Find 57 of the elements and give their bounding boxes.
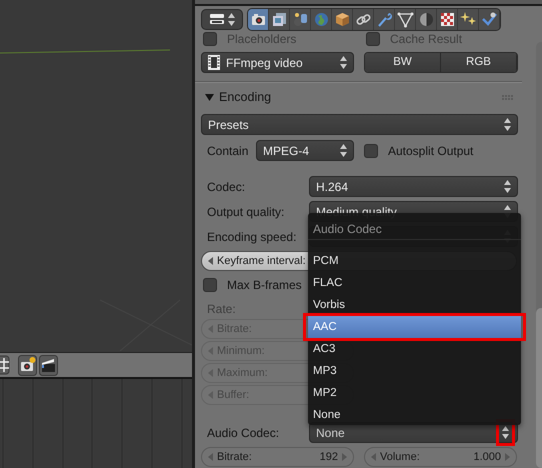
dropdown[interactable]: H.264 [309, 176, 518, 197]
sphere-icon [418, 10, 434, 28]
right-arrow-icon [505, 453, 510, 461]
sphere-cylinder-icon [292, 10, 308, 28]
format-dropdown[interactable]: FFmpeg video [201, 52, 354, 73]
properties-tab[interactable] [458, 8, 479, 30]
checkbox-label: Autosplit Output [388, 142, 474, 160]
menu-item[interactable]: AAC [308, 316, 521, 338]
properties-tab[interactable] [248, 8, 269, 30]
checkbox-label: Max B-frames [227, 277, 302, 294]
field-label: Audio Codec: [206, 424, 280, 442]
number-field[interactable]: Volume: 1.000 [364, 447, 517, 467]
up-down-arrows-icon [340, 56, 347, 69]
clapperboard-icon[interactable] [39, 354, 58, 376]
menu-item[interactable]: PCM [308, 250, 521, 272]
camera-icon[interactable] [18, 354, 37, 376]
up-down-arrows-icon [340, 144, 347, 157]
checkbox[interactable] [203, 32, 217, 46]
cube-icon [334, 10, 350, 28]
field-label: Codec: [206, 178, 246, 196]
wrench-icon [376, 10, 392, 28]
properties-tab[interactable] [479, 8, 500, 30]
editor-type-icon [209, 13, 225, 25]
left-arrow-icon [208, 257, 213, 265]
checkbox[interactable] [203, 278, 217, 292]
checkbox[interactable] [364, 144, 378, 158]
expanded-arrow-icon [205, 92, 214, 102]
right-arrow-icon [342, 453, 347, 461]
editor-type-button[interactable] [201, 8, 243, 30]
menu-item[interactable]: Vorbis [308, 294, 521, 316]
menu-title: Audio Codec [308, 218, 521, 240]
field-label: Encoding speed: [206, 228, 298, 246]
presets-dropdown[interactable]: Presets [201, 114, 518, 135]
container-dropdown[interactable]: MPEG-4 [256, 140, 354, 161]
up-down-arrows-icon [228, 12, 235, 26]
sparkle-icon [460, 10, 476, 28]
up-down-arrows-icon [504, 180, 511, 193]
photo-stack-icon [270, 10, 288, 28]
menu-item[interactable]: FLAC [308, 272, 521, 294]
checkbox[interactable] [366, 32, 380, 46]
color-mode-button[interactable]: RGB [441, 53, 517, 72]
container-label: Contain [206, 142, 250, 160]
checkerboard-icon [438, 10, 456, 28]
field-label: Output quality: [206, 204, 286, 220]
number-field[interactable]: Bitrate: 192 [201, 447, 354, 467]
globe-icon [312, 10, 330, 28]
properties-tab[interactable] [395, 8, 416, 30]
up-down-arrows-icon [502, 426, 509, 439]
film-icon [208, 55, 220, 70]
grid-icon[interactable] [0, 355, 10, 375]
up-down-arrows-icon [504, 118, 511, 131]
left-arrow-icon [371, 453, 376, 461]
check-icon [480, 10, 498, 28]
color-mode-button[interactable]: BW [365, 53, 441, 72]
panel-header[interactable]: Encoding [201, 88, 272, 106]
triangle-icon [396, 10, 414, 28]
left-arrow-icon [208, 453, 213, 461]
